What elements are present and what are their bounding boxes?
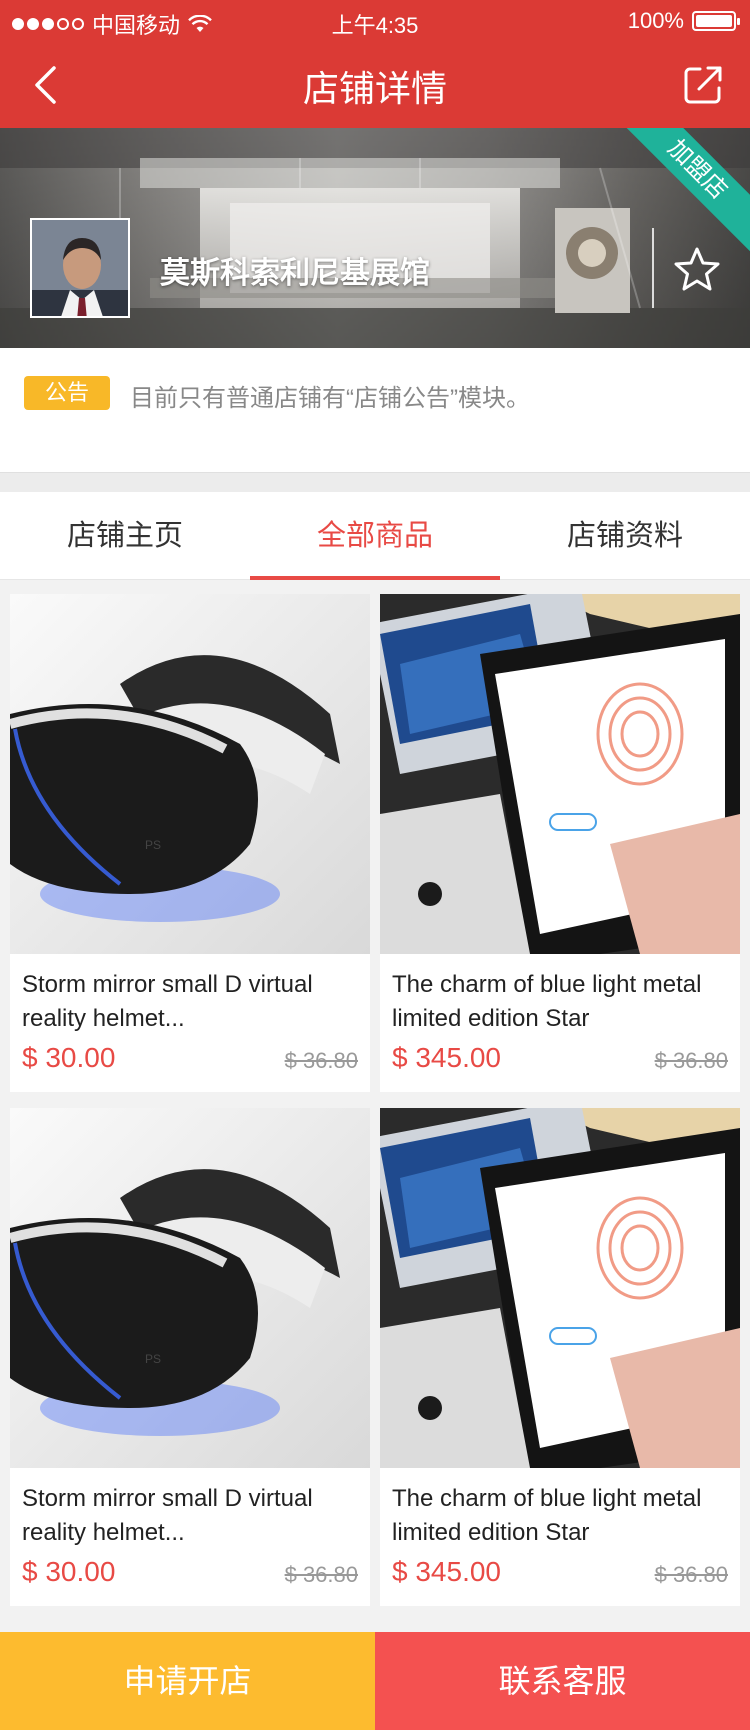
battery-label: 100% — [627, 8, 684, 33]
favorite-button[interactable] — [670, 243, 724, 297]
status-right: 100% — [627, 8, 740, 34]
avatar-image — [32, 220, 128, 316]
product-title: Storm mirror small D virtual reality hel… — [22, 1485, 313, 1546]
product-title: The charm of blue light metal limited ed… — [392, 1485, 702, 1546]
section-divider — [0, 472, 750, 492]
tab-shop-home[interactable]: 店铺主页 — [0, 492, 250, 579]
product-card[interactable]: The charm of blue light metal limited ed… — [380, 594, 740, 1092]
product-old-price: $ 36.80 — [284, 1562, 358, 1587]
notice-badge: 公告 — [24, 376, 110, 410]
star-icon — [674, 247, 720, 291]
share-icon — [684, 66, 722, 104]
nav-bar: 店铺详情 — [0, 42, 750, 128]
smartphone-image — [380, 1108, 740, 1468]
page-title: 店铺详情 — [302, 68, 447, 109]
vr-headset-image: PS — [10, 594, 370, 954]
tab-shop-info[interactable]: 店铺资料 — [500, 492, 750, 579]
product-title: The charm of blue light metal limited ed… — [392, 971, 702, 1032]
shop-name: 莫斯科索利尼基展馆 — [160, 257, 430, 290]
product-old-price: $ 36.80 — [654, 1048, 728, 1073]
header: 中国移动 上午4:35 100% 店铺详情 — [0, 0, 750, 128]
open-store-button[interactable]: 申请开店 — [0, 1632, 375, 1730]
product-price: $ 30.00 — [22, 1042, 116, 1073]
product-price: $ 345.00 — [392, 1556, 501, 1587]
banner-divider — [652, 228, 654, 308]
product-old-price: $ 36.80 — [654, 1562, 728, 1587]
product-price: $ 345.00 — [392, 1042, 501, 1073]
shop-avatar[interactable] — [30, 218, 130, 318]
svg-text:PS: PS — [145, 1352, 161, 1366]
product-grid: PS Storm mirror small D virtual reality … — [0, 580, 750, 1632]
shop-banner: 莫斯科索利尼基展馆 加盟店 — [0, 128, 750, 348]
notice-text: 目前只有普通店铺有“店铺公告”模块。 — [130, 385, 530, 412]
product-old-price: $ 36.80 — [284, 1048, 358, 1073]
status-bar: 中国移动 上午4:35 100% — [0, 0, 750, 42]
share-button[interactable] — [678, 60, 728, 110]
product-price: $ 30.00 — [22, 1556, 116, 1587]
product-card[interactable]: PS Storm mirror small D virtual reality … — [10, 1108, 370, 1606]
smartphone-image — [380, 594, 740, 954]
tab-bar: 店铺主页 全部商品 店铺资料 — [0, 492, 750, 580]
product-card[interactable]: The charm of blue light metal limited ed… — [380, 1108, 740, 1606]
product-card[interactable]: PS Storm mirror small D virtual reality … — [10, 594, 370, 1092]
bottom-action-bar: 申请开店 联系客服 — [0, 1632, 750, 1730]
notice-section: 公告 目前只有普通店铺有“店铺公告”模块。 — [0, 348, 750, 472]
contact-service-button[interactable]: 联系客服 — [375, 1632, 750, 1730]
battery-icon — [692, 11, 740, 31]
vr-headset-image: PS — [10, 1108, 370, 1468]
tab-all-products[interactable]: 全部商品 — [250, 492, 500, 580]
svg-text:PS: PS — [145, 838, 161, 852]
product-title: Storm mirror small D virtual reality hel… — [22, 971, 313, 1032]
